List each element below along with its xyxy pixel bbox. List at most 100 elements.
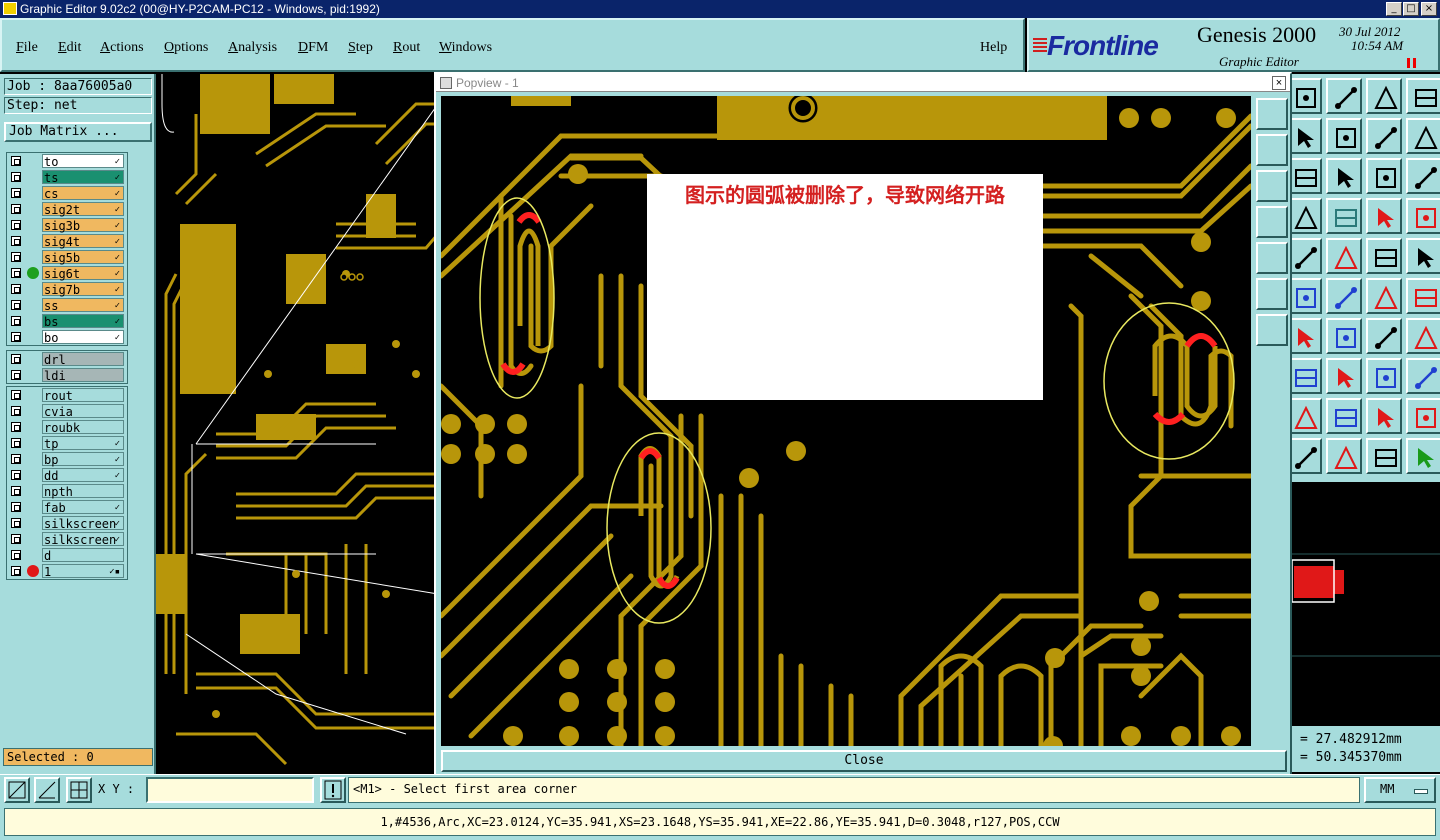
main-graphic-canvas[interactable] (156, 74, 438, 774)
layer-visibility-checkbox[interactable] (11, 354, 21, 364)
grid-icon[interactable] (1326, 198, 1362, 234)
layer-row-silkscreen[interactable]: silkscreen ✓ (7, 515, 127, 531)
connect-2-icon[interactable] (1406, 278, 1440, 314)
popview-close-button[interactable]: Close (441, 750, 1287, 772)
layer-visibility-checkbox[interactable] (11, 284, 21, 294)
popview-pan-down-icon[interactable] (1256, 170, 1288, 202)
layer-name[interactable]: 1 ✓▪ (42, 564, 124, 579)
layer-name[interactable]: ss ✓ (42, 298, 124, 313)
alert-icon[interactable] (320, 777, 346, 803)
layer-visibility-checkbox[interactable] (11, 566, 21, 576)
menu-edit[interactable]: Edit (58, 40, 81, 56)
layer-name[interactable]: ldi (42, 368, 124, 383)
menu-help[interactable]: Help (980, 40, 1007, 56)
ruler-icon[interactable] (1366, 238, 1402, 274)
layer-visibility-checkbox[interactable] (11, 406, 21, 416)
layer-row-sig2t[interactable]: sig2t ✓ (7, 201, 127, 217)
maximize-button[interactable]: □ (1403, 2, 1419, 16)
menu-file[interactable]: File (16, 40, 38, 56)
layer-visibility-checkbox[interactable] (11, 332, 21, 342)
layer-row-tp[interactable]: tp ✓ (7, 435, 127, 451)
layer-name[interactable]: sig2t ✓ (42, 202, 124, 217)
layer-visibility-checkbox[interactable] (11, 300, 21, 310)
layer-name[interactable]: d (42, 548, 124, 563)
layer-visibility-checkbox[interactable] (11, 502, 21, 512)
layer-row-rout[interactable]: rout (7, 387, 127, 403)
layer-row-silkscreen[interactable]: silkscreen ✓ (7, 531, 127, 547)
layer-name[interactable]: sig4t ✓ (42, 234, 124, 249)
align-icon[interactable] (1366, 358, 1402, 394)
job-matrix-button[interactable]: Job Matrix ... (4, 122, 152, 142)
layer-visibility-checkbox[interactable] (11, 422, 21, 432)
menu-rout[interactable]: Rout (393, 40, 420, 56)
layer-row-cs[interactable]: cs ✓ (7, 185, 127, 201)
layer-row-ss[interactable]: ss ✓ (7, 297, 127, 313)
layer-row-sig3b[interactable]: sig3b ✓ (7, 217, 127, 233)
layer-row-sig5b[interactable]: sig5b ✓ (7, 249, 127, 265)
layer-name[interactable]: sig3b ✓ (42, 218, 124, 233)
layer-name[interactable]: tp ✓ (42, 436, 124, 451)
popview-fit-icon[interactable] (1256, 314, 1288, 346)
layer-row-to[interactable]: to ✓ (7, 153, 127, 169)
snap-grid-icon[interactable] (66, 777, 92, 803)
layer-visibility-checkbox[interactable] (11, 470, 21, 480)
layer-name[interactable]: fab ✓ (42, 500, 124, 515)
net-check-red-icon[interactable] (1406, 198, 1440, 234)
popview-pan-up-icon[interactable] (1256, 134, 1288, 166)
layer-row-sig4t[interactable]: sig4t ✓ (7, 233, 127, 249)
select-box-icon[interactable] (1326, 438, 1362, 474)
fill-icon[interactable] (1406, 318, 1440, 354)
units-select[interactable]: MM (1364, 777, 1436, 803)
popview-canvas[interactable]: 图示的圆弧被删除了，导致网络开路 (441, 96, 1251, 746)
xy-input[interactable] (146, 777, 314, 803)
menu-analysis[interactable]: Analysis (228, 40, 277, 56)
layer-name[interactable]: bs ✓ (42, 314, 124, 329)
layer-visibility-checkbox[interactable] (11, 204, 21, 214)
popview-pan-right-icon[interactable] (1256, 242, 1288, 274)
layer-visibility-checkbox[interactable] (11, 370, 21, 380)
connect-icon[interactable] (1366, 278, 1402, 314)
layer-row-roubk[interactable]: roubk (7, 419, 127, 435)
menu-dfm[interactable]: DFM (298, 40, 328, 56)
layer-visibility-checkbox[interactable] (11, 486, 21, 496)
layer-name[interactable]: silkscreen ✓ (42, 532, 124, 547)
rotate-icon[interactable] (1366, 318, 1402, 354)
layer-visibility-checkbox[interactable] (11, 518, 21, 528)
select-tri-icon[interactable] (1366, 438, 1402, 474)
layer-row-cvia[interactable]: cvia (7, 403, 127, 419)
monitor-icon[interactable] (1326, 78, 1362, 114)
menu-windows[interactable]: Windows (439, 40, 492, 56)
layer-name[interactable]: silkscreen ✓ (42, 516, 124, 531)
layer-visibility-checkbox[interactable] (11, 438, 21, 448)
layer-name[interactable]: rout (42, 388, 124, 403)
layer-visibility-checkbox[interactable] (11, 188, 21, 198)
net-check-icon[interactable] (1366, 198, 1402, 234)
zoom-box-icon[interactable] (4, 777, 30, 803)
layer-row-sig6t[interactable]: sig6t ✓ (7, 265, 127, 281)
layer-name[interactable]: cs ✓ (42, 186, 124, 201)
layer-visibility-checkbox[interactable] (11, 534, 21, 544)
layer-name[interactable]: dd ✓ (42, 468, 124, 483)
pad-icon[interactable] (1406, 238, 1440, 274)
layer-visibility-checkbox[interactable] (11, 156, 21, 166)
layer-visibility-checkbox[interactable] (11, 550, 21, 560)
layer-row-npth[interactable]: npth (7, 483, 127, 499)
layer-row-sig7b[interactable]: sig7b ✓ (7, 281, 127, 297)
scale-icon[interactable] (1366, 158, 1402, 194)
popview-zoom-icon[interactable] (1256, 98, 1288, 130)
layer-name[interactable]: sig7b ✓ (42, 282, 124, 297)
layer-name[interactable]: ts ✓ (42, 170, 124, 185)
layer-row-dd[interactable]: dd ✓ (7, 467, 127, 483)
layer-row-ldi[interactable]: ldi (7, 367, 127, 383)
popview-pan-left-icon[interactable] (1256, 206, 1288, 238)
layer-row-bo[interactable]: bo ✓ (7, 329, 127, 345)
help-icon[interactable] (1406, 158, 1440, 194)
layer-visibility-checkbox[interactable] (11, 236, 21, 246)
triangle-icon[interactable] (1326, 398, 1362, 434)
layer-visibility-checkbox[interactable] (11, 252, 21, 262)
layer-row-bs[interactable]: bs ✓ (7, 313, 127, 329)
layer-row-d[interactable]: d (7, 547, 127, 563)
measure-icon[interactable] (34, 777, 60, 803)
layer-visibility-checkbox[interactable] (11, 220, 21, 230)
minimize-button[interactable]: _ (1386, 2, 1402, 16)
